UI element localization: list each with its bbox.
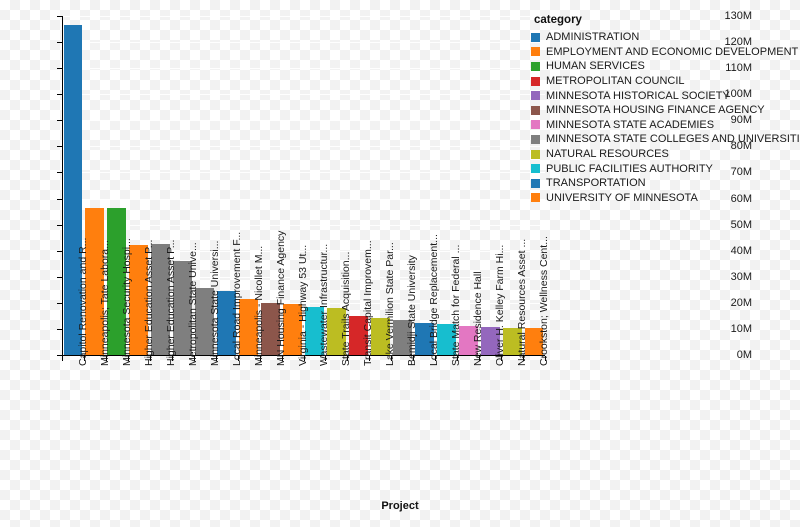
x-axis-tick-label: Local Bridge Replacement... bbox=[428, 234, 441, 366]
legend-item[interactable]: NATURAL RESOURCES bbox=[531, 147, 793, 162]
y-axis-tick bbox=[57, 94, 62, 96]
x-axis-tick-label: Lake Vermilion State Par... bbox=[384, 242, 397, 366]
x-axis-tick-label: Oliver H. Kelley Farm Hi... bbox=[494, 244, 507, 366]
legend-item[interactable]: PUBLIC FACILITIES AUTHORITY bbox=[531, 161, 793, 176]
y-axis-tick bbox=[57, 120, 62, 122]
legend-item-label: UNIVERSITY OF MINNESOTA bbox=[546, 191, 698, 204]
legend-swatch-icon bbox=[531, 47, 540, 57]
x-axis-tick-label: Higher Education Asset P... bbox=[142, 239, 155, 366]
x-axis-tick-label: Crookston; Wellness Cent... bbox=[538, 236, 551, 366]
legend-item-label: MINNESOTA STATE COLLEGES AND UNIVERSITIE… bbox=[546, 133, 800, 146]
legend-item-label: TRANSPORTATION bbox=[546, 177, 646, 190]
legend-item[interactable]: TRANSPORTATION bbox=[531, 176, 793, 191]
y-axis-tick bbox=[57, 276, 62, 278]
legend-swatch-icon bbox=[531, 134, 540, 144]
legend-item[interactable]: MINNESOTA STATE ACADEMIES bbox=[531, 118, 793, 133]
legend-item[interactable]: METROPOLITAN COUNCIL bbox=[531, 74, 793, 89]
bar-chart-figure: 0M 10M 20M 30M 40M 50M 60M 70M 80M 90M 100M 110M 120… bbox=[0, 0, 800, 527]
legend-items: ADMINISTRATION EMPLOYMENT AND ECONOMIC DE… bbox=[531, 30, 800, 206]
legend-item[interactable]: EMPLOYMENT AND ECONOMIC DEVELOPMENT bbox=[531, 45, 798, 60]
legend-item-label: NATURAL RESOURCES bbox=[546, 148, 669, 161]
y-axis-tick bbox=[57, 146, 62, 148]
legend-swatch-icon bbox=[531, 32, 540, 42]
y-axis-tick bbox=[57, 328, 62, 330]
x-axis-title: Project bbox=[381, 500, 419, 512]
legend-item[interactable]: UNIVERSITY OF MINNESOTA bbox=[531, 191, 793, 206]
y-axis-tick bbox=[57, 172, 62, 174]
legend-item-label: MINNESOTA STATE ACADEMIES bbox=[546, 118, 715, 131]
legend-item-label: ADMINISTRATION bbox=[546, 31, 640, 44]
y-axis-tick-label: 50M bbox=[730, 218, 752, 231]
y-axis-tick bbox=[57, 42, 62, 44]
y-axis-tick bbox=[57, 224, 62, 226]
x-axis-tick-label: Minneapolis; Tate Labora... bbox=[98, 240, 111, 366]
x-axis-tick-label: Minnesota Security Hospi... bbox=[120, 238, 133, 366]
x-axis-tick-label: Higher Education Asset P... bbox=[164, 239, 177, 366]
x-axis-tick-label: Virginia - Highway 53 Ut... bbox=[296, 244, 309, 366]
legend-swatch-icon bbox=[531, 178, 540, 188]
x-axis-tick bbox=[62, 356, 63, 361]
y-axis-tick-label: 40M bbox=[730, 244, 752, 257]
legend-item[interactable]: MINNESOTA HOUSING FINANCE AGENCY bbox=[531, 103, 793, 118]
legend-item[interactable]: MINNESOTA HISTORICAL SOCIETY bbox=[531, 88, 793, 103]
legend-item-label: EMPLOYMENT AND ECONOMIC DEVELOPMENT bbox=[546, 45, 799, 58]
x-axis-tick-label: Metropolitan State Unive... bbox=[186, 242, 199, 366]
y-axis-tick bbox=[57, 302, 62, 304]
y-axis-tick-label: 10M bbox=[730, 322, 752, 335]
x-axis-tick-label: Bemidji State University bbox=[406, 255, 419, 366]
legend-swatch-icon bbox=[531, 105, 540, 115]
y-axis-tick bbox=[57, 68, 62, 70]
x-axis-tick-label: Capitol Renovation and R... bbox=[76, 237, 89, 366]
x-axis-tick-labels: Capitol Renovation and R... Minneapolis; … bbox=[62, 231, 550, 492]
y-axis-tick bbox=[57, 16, 62, 17]
legend-item-label: PUBLIC FACILITIES AUTHORITY bbox=[546, 162, 713, 175]
legend-item-label: HUMAN SERVICES bbox=[546, 60, 645, 73]
legend-swatch-icon bbox=[531, 76, 540, 86]
legend-item[interactable]: MINNESOTA STATE COLLEGES AND UNIVERSITIE… bbox=[531, 132, 800, 147]
y-axis-tick-label: 0M bbox=[736, 349, 752, 361]
x-axis-tick-label: State Trails Acquisition... bbox=[340, 251, 353, 366]
legend-swatch-icon bbox=[531, 61, 540, 71]
legend-item-label: METROPOLITAN COUNCIL bbox=[546, 75, 685, 88]
legend-swatch-icon bbox=[531, 91, 540, 101]
legend-item[interactable]: HUMAN SERVICES bbox=[531, 59, 793, 74]
legend-swatch-icon bbox=[531, 164, 540, 174]
x-axis-tick-label: Minneapolis - Nicollet M... bbox=[252, 245, 265, 366]
legend: category ADMINISTRATION EMPLOYMENT AND EC… bbox=[531, 14, 800, 206]
y-axis-tick bbox=[57, 250, 62, 252]
x-axis-tick-label: Natural Resources Asset ... bbox=[516, 238, 529, 366]
x-axis-tick-label: Transit Capital Improvem... bbox=[362, 240, 375, 366]
legend-item-label: MINNESOTA HOUSING FINANCE AGENCY bbox=[546, 104, 765, 117]
x-axis-tick-label: MN Housing Finance Agency bbox=[274, 230, 287, 366]
legend-swatch-icon bbox=[531, 149, 540, 159]
y-axis-tick-label: 20M bbox=[730, 296, 752, 309]
legend-title: category bbox=[534, 14, 582, 26]
legend-item-label: MINNESOTA HISTORICAL SOCIETY bbox=[546, 89, 730, 102]
x-axis-tick-label: New Residence Hall bbox=[472, 271, 485, 366]
legend-item[interactable]: ADMINISTRATION bbox=[531, 30, 793, 45]
x-axis-tick-label: Minnesota State Universi... bbox=[208, 240, 221, 366]
x-axis-tick-label: Local Road Improvement F... bbox=[230, 231, 243, 366]
legend-swatch-icon bbox=[531, 120, 540, 130]
y-axis-tick bbox=[57, 198, 62, 200]
x-axis-tick-label: State Match for Federal ... bbox=[450, 244, 463, 366]
legend-swatch-icon bbox=[531, 193, 540, 203]
y-axis-tick-label: 30M bbox=[730, 270, 752, 283]
x-axis-tick-label: Wastewater Infrastructur... bbox=[318, 243, 331, 366]
